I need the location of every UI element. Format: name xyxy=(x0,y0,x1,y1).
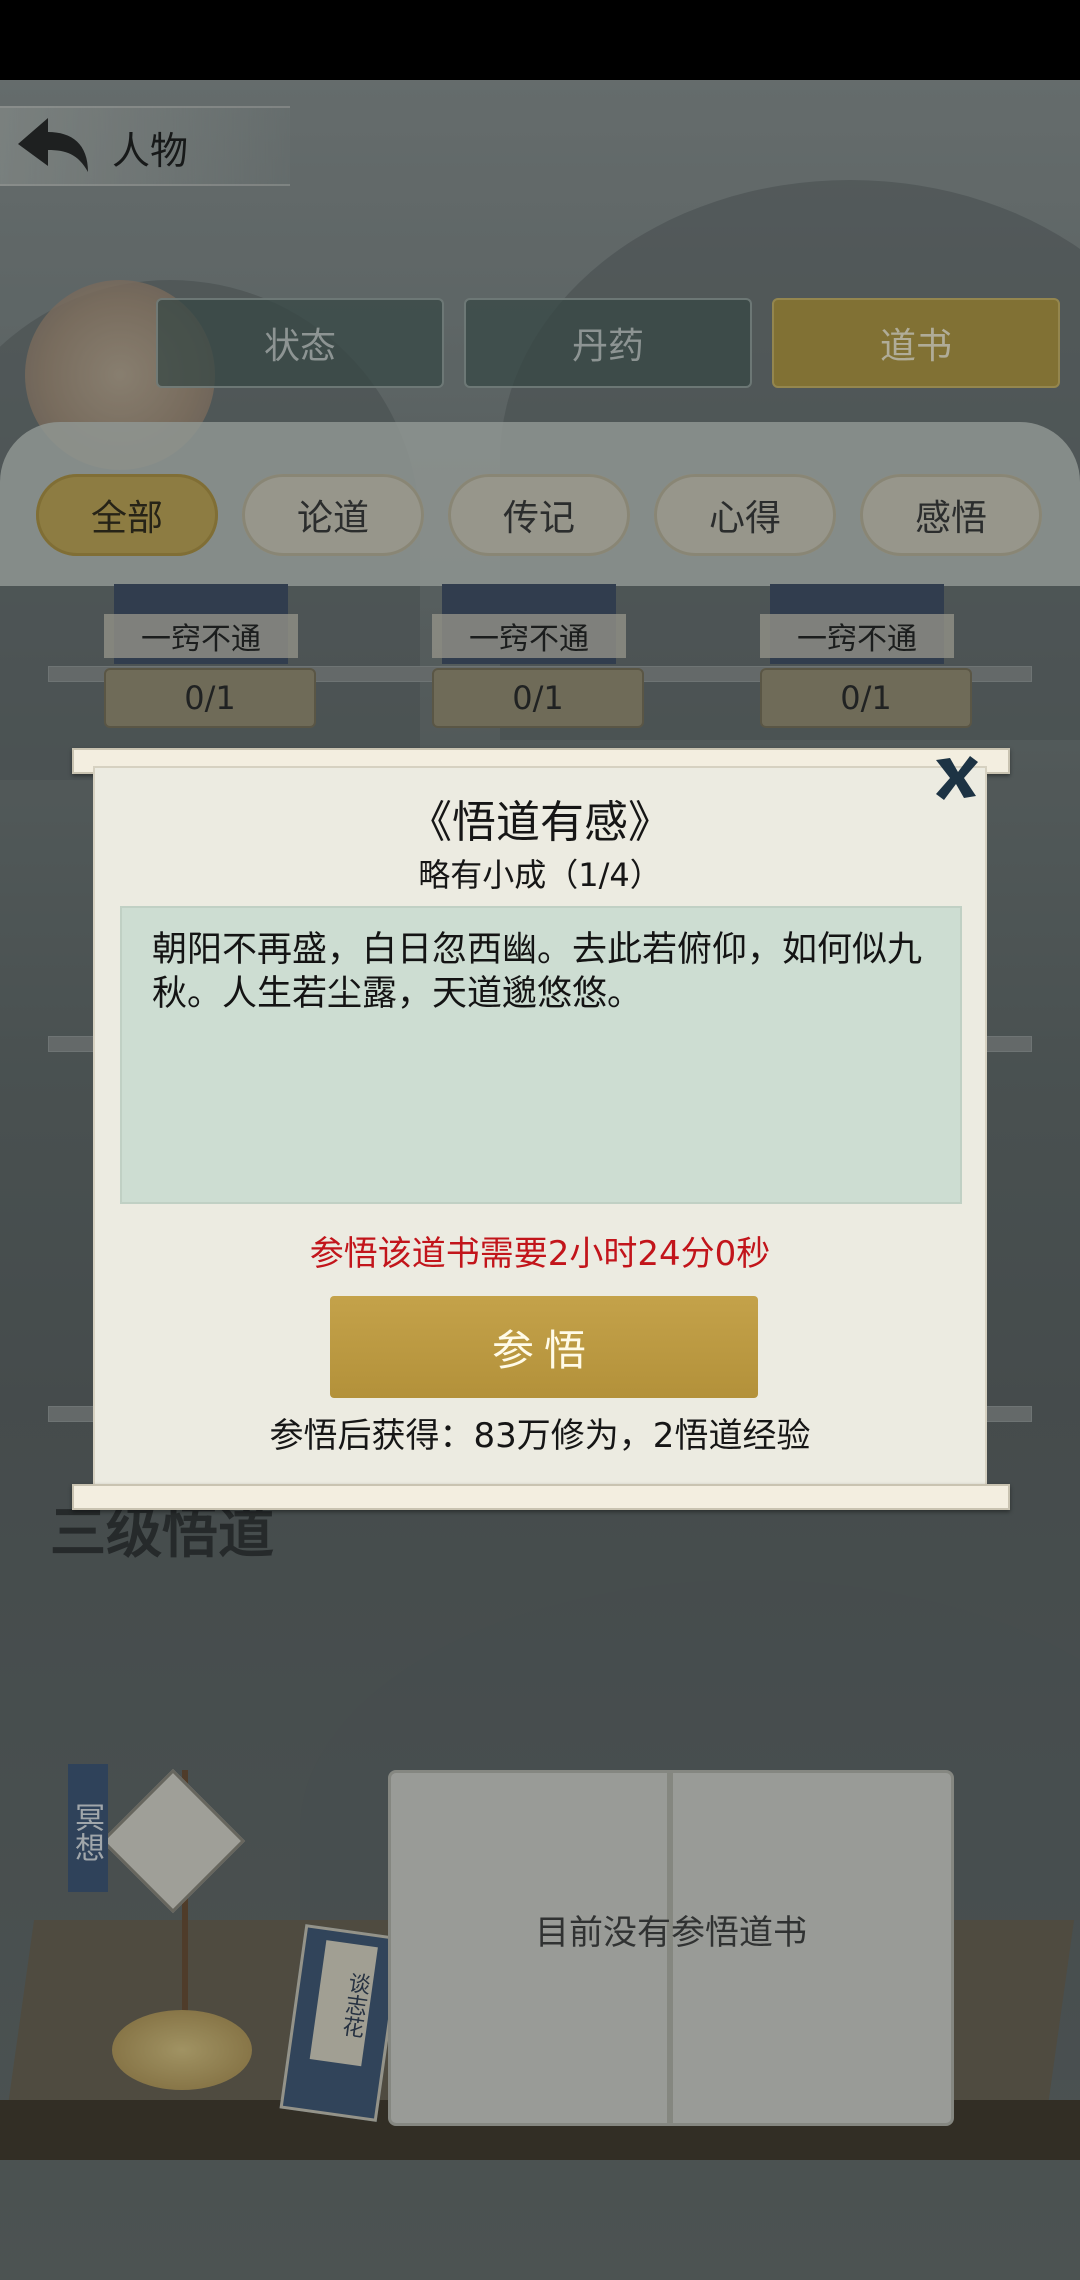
modal-progress: 略有小成（1/4） xyxy=(418,856,662,894)
poem-text: 朝阳不再盛，白日忽西幽。去此若俯仰，如何似九秋。人生若尘露，天道邈悠悠。 xyxy=(152,930,923,1014)
status-bar xyxy=(0,0,1080,80)
reward-text: 参悟后获得：83万修为，2悟道经验 xyxy=(269,1416,811,1456)
modal-title: 《悟道有感》 xyxy=(408,797,672,848)
time-requirement: 参悟该道书需要2小时24分0秒 xyxy=(309,1234,771,1274)
scroll-rod-bottom xyxy=(72,1484,1010,1510)
study-button[interactable]: 参悟 xyxy=(330,1296,758,1398)
